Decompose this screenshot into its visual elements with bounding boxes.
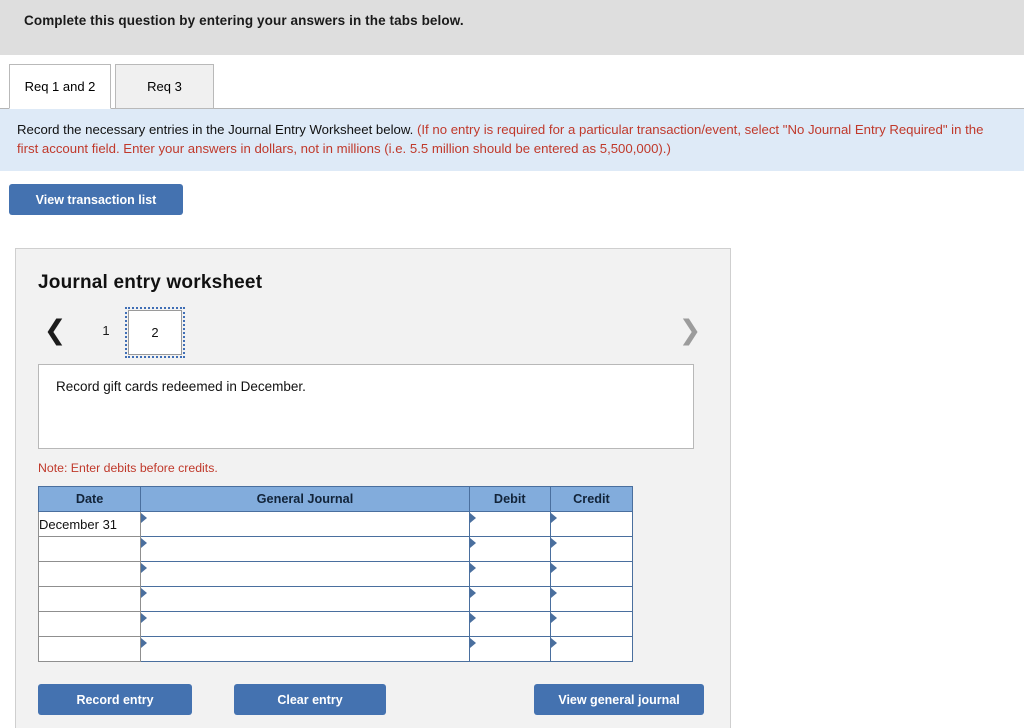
- credit-input[interactable]: [550, 637, 632, 661]
- view-transaction-list-button[interactable]: View transaction list: [9, 184, 183, 215]
- dropdown-triangle-icon: [141, 638, 148, 648]
- table-row: [37, 611, 634, 637]
- cell-date: [37, 611, 142, 637]
- dropdown-triangle-icon: [550, 588, 557, 598]
- column-header-date: Date: [37, 486, 142, 512]
- debit-input[interactable]: [469, 637, 550, 661]
- debit-input[interactable]: [469, 537, 550, 561]
- cell-general-journal[interactable]: [140, 636, 470, 662]
- general-journal-input[interactable]: [141, 637, 469, 661]
- tab-req-1-and-2[interactable]: Req 1 and 2: [9, 64, 111, 109]
- dropdown-triangle-icon: [550, 638, 557, 648]
- debit-input[interactable]: [469, 587, 550, 611]
- column-header-credit: Credit: [549, 486, 634, 512]
- general-journal-input[interactable]: [141, 612, 469, 636]
- transaction-description-box: Record gift cards redeemed in December.: [38, 364, 694, 449]
- debits-before-credits-note: Note: Enter debits before credits.: [38, 461, 218, 475]
- dropdown-triangle-icon: [469, 563, 476, 573]
- dropdown-triangle-icon: [550, 613, 557, 623]
- cell-date: [37, 586, 142, 612]
- pager-page-1[interactable]: 1: [91, 316, 121, 346]
- dropdown-triangle-icon: [141, 613, 148, 623]
- cell-credit[interactable]: [549, 611, 634, 637]
- general-journal-input[interactable]: [141, 512, 469, 536]
- dropdown-triangle-icon: [550, 563, 557, 573]
- transaction-description-text: Record gift cards redeemed in December.: [56, 379, 306, 394]
- view-general-journal-button[interactable]: View general journal: [534, 684, 704, 715]
- cell-debit[interactable]: [468, 586, 551, 612]
- worksheet-action-buttons: Record entry Clear entry View general jo…: [16, 684, 730, 718]
- general-journal-input[interactable]: [141, 537, 469, 561]
- dropdown-triangle-icon: [469, 513, 476, 523]
- table-header-row: Date General Journal Debit Credit: [37, 486, 634, 512]
- top-instruction-text: Complete this question by entering your …: [24, 13, 464, 28]
- cell-debit[interactable]: [468, 536, 551, 562]
- credit-input[interactable]: [550, 587, 632, 611]
- cell-debit[interactable]: [468, 636, 551, 662]
- tab-req-3[interactable]: Req 3: [115, 64, 214, 109]
- cell-credit[interactable]: [549, 511, 634, 537]
- cell-date: [37, 536, 142, 562]
- dropdown-triangle-icon: [550, 513, 557, 523]
- cell-date: December 31: [37, 511, 142, 537]
- dropdown-triangle-icon: [141, 538, 148, 548]
- chevron-right-icon[interactable]: ❯: [677, 317, 703, 347]
- cell-date: [37, 561, 142, 587]
- cell-general-journal[interactable]: [140, 511, 470, 537]
- worksheet-title: Journal entry worksheet: [38, 272, 263, 293]
- dropdown-triangle-icon: [141, 588, 148, 598]
- pager-page-2-selected[interactable]: 2: [125, 307, 185, 358]
- tab-req-3-label: Req 3: [147, 79, 182, 94]
- column-header-general-journal: General Journal: [140, 486, 470, 512]
- general-journal-input[interactable]: [141, 562, 469, 586]
- dropdown-triangle-icon: [469, 538, 476, 548]
- info-panel: Record the necessary entries in the Jour…: [0, 109, 1024, 171]
- journal-entry-table: Date General Journal Debit Credit Decemb…: [37, 486, 634, 662]
- chevron-left-icon[interactable]: ❮: [42, 317, 68, 347]
- credit-input[interactable]: [550, 612, 632, 636]
- info-panel-text-black: Record the necessary entries in the Jour…: [17, 122, 414, 137]
- dropdown-triangle-icon: [550, 538, 557, 548]
- dropdown-triangle-icon: [469, 613, 476, 623]
- cell-credit[interactable]: [549, 536, 634, 562]
- credit-input[interactable]: [550, 512, 632, 536]
- record-entry-button[interactable]: Record entry: [38, 684, 192, 715]
- journal-entry-table-body: December 31: [37, 511, 634, 662]
- column-header-debit: Debit: [468, 486, 551, 512]
- cell-debit[interactable]: [468, 561, 551, 587]
- journal-entry-worksheet-panel: Journal entry worksheet ❮ 1 2 ❯ Record g…: [15, 248, 731, 728]
- cell-general-journal[interactable]: [140, 536, 470, 562]
- dropdown-triangle-icon: [469, 638, 476, 648]
- cell-credit[interactable]: [549, 586, 634, 612]
- cell-credit[interactable]: [549, 636, 634, 662]
- cell-debit[interactable]: [468, 511, 551, 537]
- table-row: [37, 561, 634, 587]
- top-instruction-bar: Complete this question by entering your …: [0, 0, 1024, 55]
- tab-strip: Req 1 and 2 Req 3: [0, 55, 1024, 109]
- dropdown-triangle-icon: [141, 563, 148, 573]
- credit-input[interactable]: [550, 562, 632, 586]
- dropdown-triangle-icon: [141, 513, 148, 523]
- debit-input[interactable]: [469, 612, 550, 636]
- table-row: [37, 586, 634, 612]
- worksheet-pager: ❮ 1 2 ❯: [16, 307, 730, 364]
- tab-req-1-and-2-label: Req 1 and 2: [24, 79, 96, 94]
- general-journal-input[interactable]: [141, 587, 469, 611]
- clear-entry-button[interactable]: Clear entry: [234, 684, 386, 715]
- debit-input[interactable]: [469, 562, 550, 586]
- table-row: [37, 636, 634, 662]
- dropdown-triangle-icon: [469, 588, 476, 598]
- cell-general-journal[interactable]: [140, 586, 470, 612]
- credit-input[interactable]: [550, 537, 632, 561]
- cell-general-journal[interactable]: [140, 561, 470, 587]
- debit-input[interactable]: [469, 512, 550, 536]
- cell-debit[interactable]: [468, 611, 551, 637]
- table-row: December 31: [37, 511, 634, 537]
- cell-general-journal[interactable]: [140, 611, 470, 637]
- table-row: [37, 536, 634, 562]
- cell-date: [37, 636, 142, 662]
- cell-credit[interactable]: [549, 561, 634, 587]
- toolbar: View transaction list: [0, 171, 1024, 223]
